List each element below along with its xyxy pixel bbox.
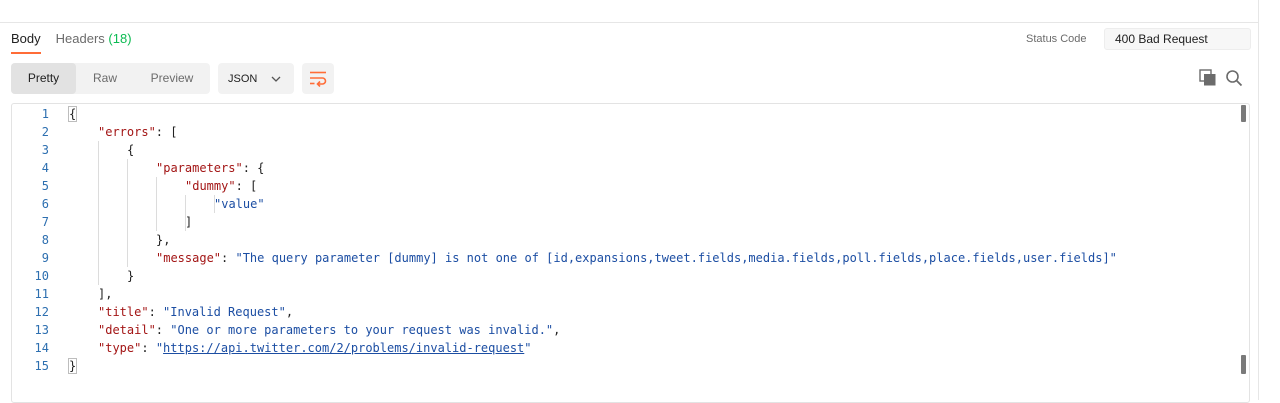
json-punct: : [155,323,171,337]
code-line: "title": "Invalid Request", [98,303,293,321]
indent-guide [127,159,128,267]
json-string: "One or more parameters to your request … [170,323,554,337]
chevron-down-icon [271,76,281,82]
line-number: 2 [41,125,49,139]
code-line: "message": "The query parameter [dummy] … [156,249,1117,267]
search-icon[interactable] [1225,69,1243,87]
code-line: "errors": [ [98,123,177,141]
json-punct: : [148,305,164,319]
response-tabs: Body Headers (18) [11,30,147,54]
wrap-lines-icon [310,71,327,87]
bracket-match: } [67,358,78,374]
raw-button[interactable]: Raw [76,63,134,94]
line-number: 10 [34,269,49,283]
view-mode-selector: Pretty Raw Preview [11,63,210,94]
json-key: "type" [98,341,142,355]
response-body-editor[interactable]: 1 2 3 4 5 6 7 8 9 10 11 12 13 14 15 { "e… [11,103,1250,403]
json-punct: , [553,323,561,337]
json-punct: : [221,251,236,265]
json-key: "errors" [98,125,156,139]
json-string: "value" [214,197,265,211]
line-number: 4 [41,161,49,175]
json-key: "parameters" [156,161,243,175]
code-line: "dummy": [ [185,177,257,195]
line-number: 12 [34,305,49,319]
tab-body-label: Body [11,31,41,46]
code-area: { "errors": [ { "parameters": { "dummy":… [67,104,1235,402]
bracket-match: { [67,106,78,122]
line-number: 3 [41,143,49,157]
scrollbar-thumb[interactable] [1241,105,1246,122]
json-string: "The query parameter [dummy] is not one … [235,251,1117,265]
line-number: 13 [34,323,49,337]
status-code-label: Status Code [1026,33,1087,45]
json-key: "dummy" [185,179,236,193]
line-number: 6 [41,197,49,211]
line-number: 11 [34,287,49,301]
json-punct: , [285,305,294,319]
json-punct: : [ [235,179,258,193]
top-divider [0,22,1259,23]
code-line: ], [98,287,113,301]
tab-body[interactable]: Body [11,30,41,54]
line-number: 8 [41,233,49,247]
json-string: "https://api.twitter.com/2/problems/inva… [156,341,532,355]
line-number: 5 [41,179,49,193]
code-line: "parameters": { [156,159,264,177]
json-punct: : [ [155,125,178,139]
line-number: 15 [34,359,49,373]
right-divider [1258,0,1259,400]
line-number: 1 [41,107,49,121]
code-line: { [127,143,135,157]
code-line: } [67,357,78,375]
code-line: } [127,269,135,283]
scrollbar-thumb[interactable] [1241,355,1246,374]
json-punct: : { [242,161,265,175]
line-number: 9 [41,251,49,265]
url-link[interactable]: https://api.twitter.com/2/problems/inval… [163,341,524,355]
code-line: "detail": "One or more parameters to you… [98,321,560,339]
preview-button[interactable]: Preview [134,63,210,94]
line-number: 7 [41,215,49,229]
json-string: "Invalid Request" [163,305,286,319]
json-quote: " [524,341,532,355]
format-dropdown-value: JSON [228,73,258,85]
indent-guide [156,177,157,231]
code-line: ] [185,215,193,229]
code-line: }, [156,233,171,247]
code-line: { [67,105,78,123]
json-quote: " [155,341,164,355]
headers-count: (18) [108,31,132,46]
format-dropdown[interactable]: JSON [218,63,294,94]
code-line: "value" [214,195,265,213]
json-punct: : [141,341,156,355]
status-code-value: 400 Bad Request [1104,28,1251,50]
json-key: "message" [156,251,222,265]
tab-headers[interactable]: Headers (18) [56,30,132,54]
line-number: 14 [34,341,49,355]
wrap-lines-button[interactable] [302,63,334,94]
tab-headers-label: Headers [55,31,105,46]
indent-guide [98,141,99,285]
json-key: "title" [98,305,149,319]
code-line: "type": "https://api.twitter.com/2/probl… [98,339,532,357]
line-number-gutter: 1 2 3 4 5 6 7 8 9 10 11 12 13 14 15 [12,104,66,402]
json-key: "detail" [98,323,156,337]
copy-icon[interactable] [1199,69,1217,87]
pretty-button[interactable]: Pretty [11,63,76,94]
